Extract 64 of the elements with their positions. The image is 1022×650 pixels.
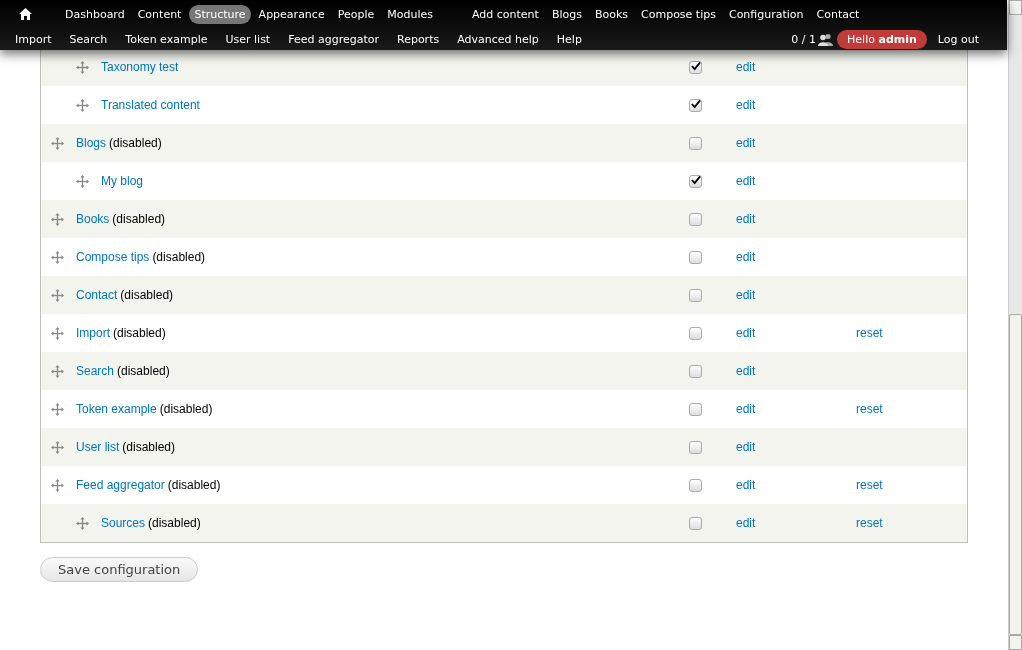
menu-link[interactable]: Sources (101, 516, 146, 530)
status-text: (disabled) (159, 402, 213, 416)
toolbar-menu-item[interactable]: Dashboard (60, 4, 130, 24)
status-text: (disabled) (112, 212, 166, 226)
shortcut-link[interactable]: Feed aggregator (283, 29, 384, 49)
shortcut-link[interactable]: Reports (392, 29, 445, 49)
edit-link[interactable]: edit (736, 478, 756, 492)
toolbar-menu-item[interactable]: Appearance (253, 4, 330, 24)
edit-link[interactable]: edit (736, 212, 756, 226)
shortcut-link[interactable]: Advanced help (452, 29, 544, 49)
shortcut-link[interactable]: Help (551, 29, 587, 49)
menu-link[interactable]: Token example (76, 402, 157, 416)
menu-link[interactable]: Search (76, 364, 115, 378)
toolbar-menu-item[interactable]: Content (132, 4, 187, 24)
menu-link[interactable]: Books (76, 212, 110, 226)
status-text: (disabled) (152, 250, 206, 264)
shortcut-link[interactable]: Add content (466, 4, 544, 24)
shortcut-link[interactable]: Configuration (723, 4, 809, 24)
shortcut-link[interactable]: Blogs (546, 4, 587, 24)
edit-link[interactable]: edit (736, 250, 756, 264)
shortcut-link[interactable]: User list (220, 29, 276, 49)
shortcut-link[interactable]: Contact (811, 4, 865, 24)
user-greeting[interactable]: Hello admin (837, 29, 927, 49)
toolbar-menu-item[interactable]: Structure (189, 4, 251, 24)
menu-link[interactable]: Translated content (101, 98, 200, 112)
menu-link[interactable]: Blogs (76, 136, 107, 150)
edit-link[interactable]: edit (736, 516, 756, 530)
toolbar-menu-item[interactable]: Modules (382, 4, 438, 24)
status-text: (disabled) (120, 288, 174, 302)
shortcut-link[interactable]: Compose tips (636, 4, 721, 24)
reset-link[interactable]: reset (856, 516, 883, 530)
menu-link[interactable]: Compose tips (76, 250, 150, 264)
reset-link[interactable]: reset (856, 478, 883, 492)
status-text: (disabled) (167, 478, 221, 492)
menu-link[interactable]: Taxonomy test (101, 60, 179, 74)
edit-link[interactable]: edit (736, 402, 756, 416)
status-text: (disabled) (122, 440, 176, 454)
edit-link[interactable]: edit (736, 174, 756, 188)
reset-link[interactable]: reset (856, 326, 883, 340)
menu-link[interactable]: User list (76, 440, 120, 454)
save-configuration-button[interactable]: Save configuration (40, 557, 199, 582)
status-text: (disabled) (148, 516, 201, 530)
edit-link[interactable]: edit (736, 440, 756, 454)
edit-link[interactable]: edit (736, 288, 756, 302)
shortcut-link[interactable]: Search (64, 29, 113, 49)
toolbar-menu-item[interactable]: People (332, 4, 380, 24)
shortcut-link[interactable]: Import (10, 29, 57, 49)
menu-link[interactable]: Feed aggregator (76, 478, 165, 492)
status-text: (disabled) (109, 136, 162, 150)
user-count: 0 / 1 (791, 32, 817, 46)
shortcut-link[interactable]: Books (589, 4, 634, 24)
menu-link[interactable]: Import (76, 326, 110, 340)
menu-link[interactable]: My blog (101, 174, 144, 188)
edit-link[interactable]: edit (736, 364, 756, 378)
shortcut-link[interactable]: Token example (120, 29, 213, 49)
edit-link[interactable]: edit (736, 98, 756, 112)
edit-link[interactable]: edit (736, 60, 756, 74)
edit-link[interactable]: edit (736, 326, 756, 340)
logout-link[interactable]: Log out (932, 29, 984, 49)
edit-link[interactable]: edit (736, 136, 756, 150)
status-text: (disabled) (117, 364, 170, 378)
menu-link[interactable]: Contact (76, 288, 118, 302)
status-text: (disabled) (113, 326, 166, 340)
reset-link[interactable]: reset (856, 402, 883, 416)
